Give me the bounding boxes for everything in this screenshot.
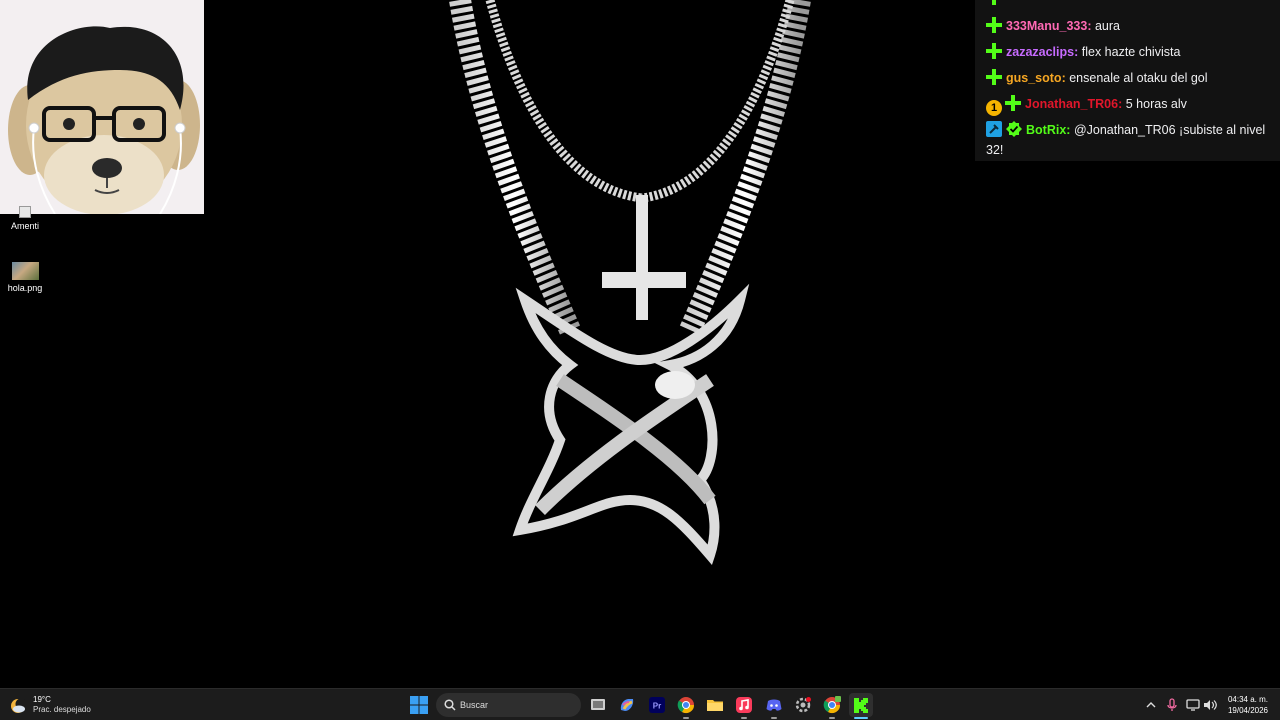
task-view-icon	[591, 699, 605, 710]
desktop-icon-label: hola.png	[7, 283, 43, 293]
kick-sub-badge-icon	[986, 69, 1002, 85]
clock[interactable]: 04:34 a. m. 19/04/2026	[1222, 694, 1268, 716]
discord-app[interactable]	[762, 693, 786, 719]
chat-message: 1 Jonathan_TR06: 5 horas alv	[986, 94, 1272, 116]
chat-colon: :	[1061, 71, 1066, 85]
active-indicator	[854, 717, 868, 719]
chat-message: gus_soto: ensenale al otaku del gol	[986, 68, 1272, 88]
chat-message: BotRix: @Jonathan_TR06 ¡subiste al nivel…	[986, 120, 1272, 160]
clock-time: 04:34 a. m.	[1227, 695, 1268, 704]
image-file-icon	[11, 262, 39, 280]
kick-app[interactable]	[849, 693, 873, 719]
desktop-icon-amenti[interactable]: Amenti	[0, 206, 50, 231]
gear-icon	[795, 697, 811, 713]
kick-sub-badge-icon	[986, 43, 1002, 59]
clock-date: 19/04/2026	[1227, 706, 1268, 715]
premiere-pro-app[interactable]: Pr	[645, 693, 669, 717]
weather-temp: 19°C	[33, 695, 51, 704]
chevron-up-icon[interactable]	[1143, 697, 1159, 713]
kick-sub-badge-icon	[1005, 95, 1021, 111]
chat-colon: :	[1087, 19, 1092, 33]
chrome-profile-icon	[823, 696, 841, 714]
search-box[interactable]: Buscar	[436, 693, 581, 717]
settings-app[interactable]	[791, 693, 815, 717]
chat-colon: :	[1118, 97, 1123, 111]
chat-overlay: 333Manu_333: aura zazazaclips: flex hazt…	[975, 0, 1280, 161]
file-explorer-app[interactable]	[703, 693, 727, 717]
bot-badge-icon	[986, 121, 1002, 137]
task-view-button[interactable]	[586, 693, 610, 717]
chat-username[interactable]: 333Manu_333	[1006, 19, 1087, 33]
desktop-icon-label: Amenti	[10, 221, 39, 231]
start-button[interactable]	[407, 693, 431, 717]
chat-message: zazazaclips: flex hazte chivista	[986, 42, 1272, 62]
chat-text: 5 horas alv	[1125, 97, 1187, 111]
verified-badge-icon	[1006, 121, 1022, 137]
copilot-icon	[620, 699, 634, 711]
running-indicator	[771, 717, 777, 719]
weather-condition: Prac. despejado	[33, 705, 91, 714]
taskbar: 19°C Prac. despejado Buscar Pr 04:34 a. …	[0, 688, 1280, 720]
gifter-badge-icon: 1	[986, 100, 1002, 116]
chrome-app[interactable]	[674, 693, 698, 719]
webcam-overlay	[0, 0, 204, 214]
premiere-pro-icon: Pr	[649, 697, 665, 713]
chrome-icon	[677, 697, 695, 714]
desktop-icon-hola-png[interactable]: hola.png	[0, 262, 50, 293]
shortcut-file-icon	[19, 206, 31, 218]
folder-icon	[707, 700, 723, 711]
chat-message-cut	[986, 0, 1272, 8]
itunes-app[interactable]	[732, 693, 756, 719]
running-indicator	[741, 717, 747, 719]
running-indicator	[829, 717, 835, 719]
chat-username[interactable]: gus_soto	[1006, 71, 1062, 85]
discord-icon	[766, 699, 782, 711]
svg-text:Pr: Pr	[653, 702, 661, 711]
chat-message: 333Manu_333: aura	[986, 16, 1272, 36]
kick-sub-badge-icon	[986, 17, 1002, 33]
chat-colon: :	[1066, 123, 1071, 137]
chat-username[interactable]: Jonathan_TR06	[1025, 97, 1118, 111]
search-placeholder: Buscar	[460, 700, 489, 710]
volume-icon[interactable]	[1202, 697, 1218, 713]
kick-icon	[854, 698, 868, 713]
running-indicator	[683, 717, 689, 719]
chat-text: aura	[1094, 19, 1120, 33]
microphone-icon[interactable]	[1164, 697, 1180, 713]
copilot-app[interactable]	[615, 693, 639, 717]
windows-logo-icon	[410, 696, 428, 714]
desktop: Amenti hola.png 333Manu_333: aura zazaza…	[0, 0, 1280, 688]
chat-text: flex hazte chivista	[1081, 45, 1181, 59]
search-icon	[444, 699, 456, 711]
network-icon[interactable]	[1185, 697, 1201, 713]
chain-pendant-wallpaper	[449, 0, 811, 565]
moon-weather-icon	[11, 698, 26, 713]
dog-with-glasses-icon	[0, 0, 204, 214]
kick-sub-badge-icon	[992, 0, 996, 5]
music-icon	[736, 697, 752, 713]
chat-text: ensenale al otaku del gol	[1069, 71, 1208, 85]
chat-username[interactable]: BotRix	[1026, 123, 1066, 137]
chat-username[interactable]: zazazaclips	[1006, 45, 1074, 59]
chat-colon: :	[1074, 45, 1079, 59]
chrome-profile-app[interactable]	[820, 693, 844, 719]
